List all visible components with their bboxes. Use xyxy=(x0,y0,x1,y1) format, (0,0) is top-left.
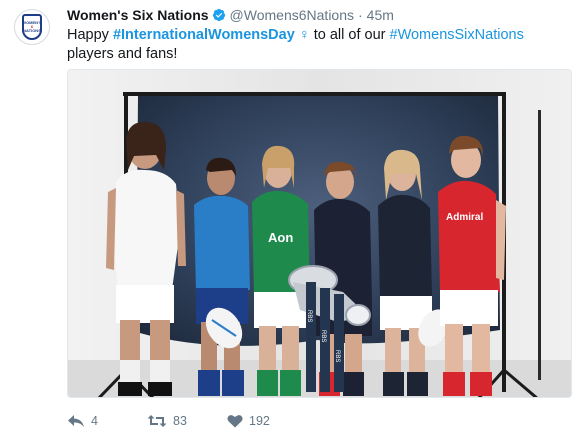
hashtag-international-womens-day[interactable]: #InternationalWomensDay xyxy=(113,27,295,43)
womens-six-nations-logo: WOMEN'S 6 NATIONS xyxy=(22,14,42,40)
avatar[interactable]: WOMEN'S 6 NATIONS xyxy=(14,9,50,45)
tweet-photo[interactable]: Aon RBS RBS RBS Admiral xyxy=(67,69,572,398)
separator-dot: · xyxy=(358,7,363,23)
ribbon-text-2: RBS xyxy=(320,330,326,342)
like-count: 192 xyxy=(249,414,270,428)
heart-icon xyxy=(227,415,243,428)
retweet-count: 83 xyxy=(173,414,187,428)
logo-text-line3: NATIONS xyxy=(23,28,41,33)
retweet-button[interactable]: 83 xyxy=(147,414,227,428)
ribbon-text-3: RBS xyxy=(334,350,340,362)
like-button[interactable]: 192 xyxy=(227,414,270,428)
hashtag-womens-six-nations[interactable]: #WomensSixNations xyxy=(390,27,524,43)
user-handle[interactable]: @Womens6Nations xyxy=(230,7,354,23)
team-captains-photo: Aon RBS RBS RBS Admiral xyxy=(68,70,571,397)
reply-icon xyxy=(68,415,84,427)
verified-badge-icon xyxy=(212,8,225,22)
display-name[interactable]: Women's Six Nations xyxy=(67,7,209,23)
tweet-text-middle: to all of our xyxy=(309,27,390,43)
tweet-header: Women's Six Nations @Womens6Nations · 45… xyxy=(67,6,394,24)
wales-sponsor-text: Admiral xyxy=(446,212,483,223)
retweet-icon xyxy=(147,415,167,427)
tweet-actions: 4 83 192 xyxy=(67,411,270,431)
reply-count: 4 xyxy=(91,414,98,428)
tweet-text: Happy #InternationalWomensDay ♀ to all o… xyxy=(67,26,572,64)
venus-symbol-icon: ♀ xyxy=(298,27,310,43)
timestamp[interactable]: 45m xyxy=(367,7,394,23)
tweet-text-end: players and fans! xyxy=(67,46,178,62)
tweet-text-happy: Happy xyxy=(67,27,113,43)
reply-button[interactable]: 4 xyxy=(67,414,147,428)
ribbon-text-1: RBS xyxy=(306,310,312,322)
ireland-sponsor-text: Aon xyxy=(268,230,293,245)
